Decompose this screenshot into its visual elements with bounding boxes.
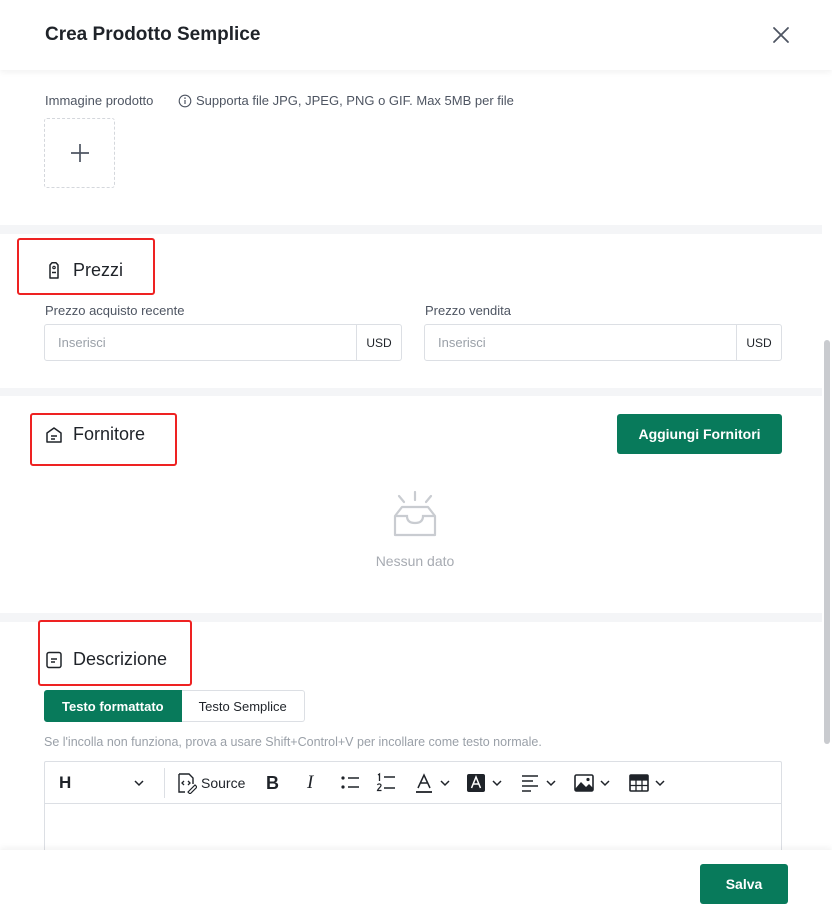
chevron-down-icon <box>492 780 502 787</box>
chevron-down-icon <box>546 780 556 787</box>
font-color-icon <box>416 773 432 793</box>
font-background-dropdown[interactable] <box>465 770 503 796</box>
modal-body: Immagine prodotto Supporta file JPG, JPE… <box>0 70 832 850</box>
numbered-list-icon <box>376 772 395 792</box>
bulleted-list-button[interactable] <box>339 770 361 796</box>
italic-icon: I <box>307 772 314 793</box>
section-descrizione-title: Descrizione <box>44 649 167 670</box>
image-hint: Supporta file JPG, JPEG, PNG o GIF. Max … <box>178 93 514 108</box>
modal-header: Crea Prodotto Semplice <box>0 0 832 70</box>
close-icon[interactable] <box>770 24 792 46</box>
section-divider <box>0 388 822 396</box>
description-tabs: Testo formattato Testo Semplice <box>44 690 305 722</box>
section-divider <box>0 613 822 622</box>
chevron-down-icon <box>600 780 610 787</box>
document-icon <box>46 651 62 668</box>
scrollbar[interactable] <box>824 340 830 744</box>
bold-button[interactable]: B <box>266 770 279 796</box>
toolbar-separator <box>164 768 165 798</box>
purchase-price-group: USD <box>44 324 402 361</box>
image-dropdown[interactable] <box>573 770 611 796</box>
font-color-dropdown[interactable] <box>413 770 451 796</box>
italic-button[interactable]: I <box>307 770 313 796</box>
purchase-price-input[interactable] <box>45 325 356 360</box>
price-tag-icon <box>49 261 59 279</box>
add-supplier-button[interactable]: Aggiungi Fornitori <box>617 414 782 454</box>
image-upload[interactable] <box>44 118 115 188</box>
section-divider <box>0 225 822 234</box>
table-dropdown[interactable] <box>628 770 666 796</box>
sale-price-label: Prezzo vendita <box>425 303 511 318</box>
tab-formatted-text[interactable]: Testo formattato <box>44 690 182 722</box>
sale-price-group: USD <box>424 324 782 361</box>
align-dropdown[interactable] <box>519 770 557 796</box>
supplier-icon <box>46 426 62 443</box>
bold-icon: B <box>266 772 279 793</box>
plus-icon <box>70 144 89 162</box>
tab-plain-text[interactable]: Testo Semplice <box>181 690 305 722</box>
sale-price-input[interactable] <box>425 325 736 360</box>
save-button[interactable]: Salva <box>700 864 788 904</box>
source-label: Source <box>201 775 246 791</box>
heading-icon: H <box>59 773 72 792</box>
section-prezzi-title: Prezzi <box>44 260 123 281</box>
font-background-icon <box>467 774 485 792</box>
image-icon <box>574 774 594 792</box>
bulleted-list-icon <box>341 776 359 789</box>
editor-toolbar: H Source B I <box>45 762 781 804</box>
align-icon <box>522 775 538 792</box>
paste-hint: Se l'incolla non funziona, prova a usare… <box>44 735 542 749</box>
info-icon <box>178 94 192 107</box>
heading-dropdown[interactable]: H <box>59 770 145 796</box>
table-icon <box>629 774 649 792</box>
chevron-down-icon <box>655 780 665 787</box>
image-hint-text: Supporta file JPG, JPEG, PNG o GIF. Max … <box>196 93 514 108</box>
fornitore-title: Fornitore <box>73 424 146 444</box>
empty-state-label: Nessun dato <box>375 553 455 569</box>
chevron-down-icon <box>134 780 144 787</box>
empty-inbox-icon <box>393 490 437 537</box>
section-fornitore-title: Fornitore <box>44 424 145 445</box>
purchase-price-label: Prezzo acquisto recente <box>45 303 185 318</box>
descrizione-title: Descrizione <box>73 649 168 669</box>
prezzi-title: Prezzi <box>73 260 124 280</box>
source-icon <box>178 773 197 794</box>
sale-currency: USD <box>736 325 781 360</box>
purchase-currency: USD <box>356 325 401 360</box>
modal-footer: Salva <box>0 850 832 919</box>
rich-text-editor[interactable]: H Source B I <box>44 761 782 850</box>
chevron-down-icon <box>440 780 450 787</box>
source-button[interactable]: Source <box>175 770 245 796</box>
numbered-list-button[interactable] <box>375 770 397 796</box>
modal-title: Crea Prodotto Semplice <box>45 24 261 45</box>
image-label: Immagine prodotto <box>45 93 154 108</box>
